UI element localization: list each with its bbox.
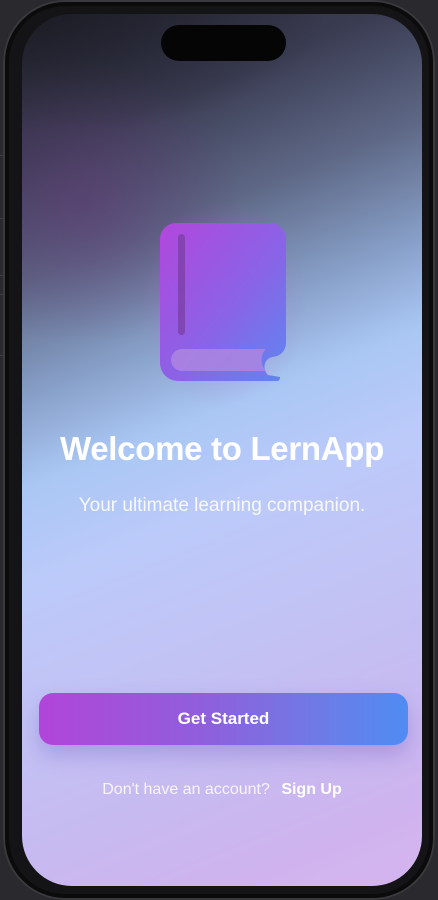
welcome-title: Welcome to LernApp <box>59 430 385 467</box>
welcome-screen: Welcome to LernApp Your ultimate learnin… <box>22 14 422 886</box>
signup-prompt: Don't have an account? <box>102 781 270 798</box>
dynamic-island <box>161 25 286 61</box>
get-started-button[interactable]: Get Started <box>39 693 408 745</box>
phone-frame: Welcome to LernApp Your ultimate learnin… <box>3 0 435 900</box>
welcome-subtitle: Your ultimate learning companion. <box>78 495 366 516</box>
signup-row: Don't have an account? Sign Up <box>22 781 422 799</box>
signup-link[interactable]: Sign Up <box>281 781 341 798</box>
book-icon <box>160 223 286 381</box>
